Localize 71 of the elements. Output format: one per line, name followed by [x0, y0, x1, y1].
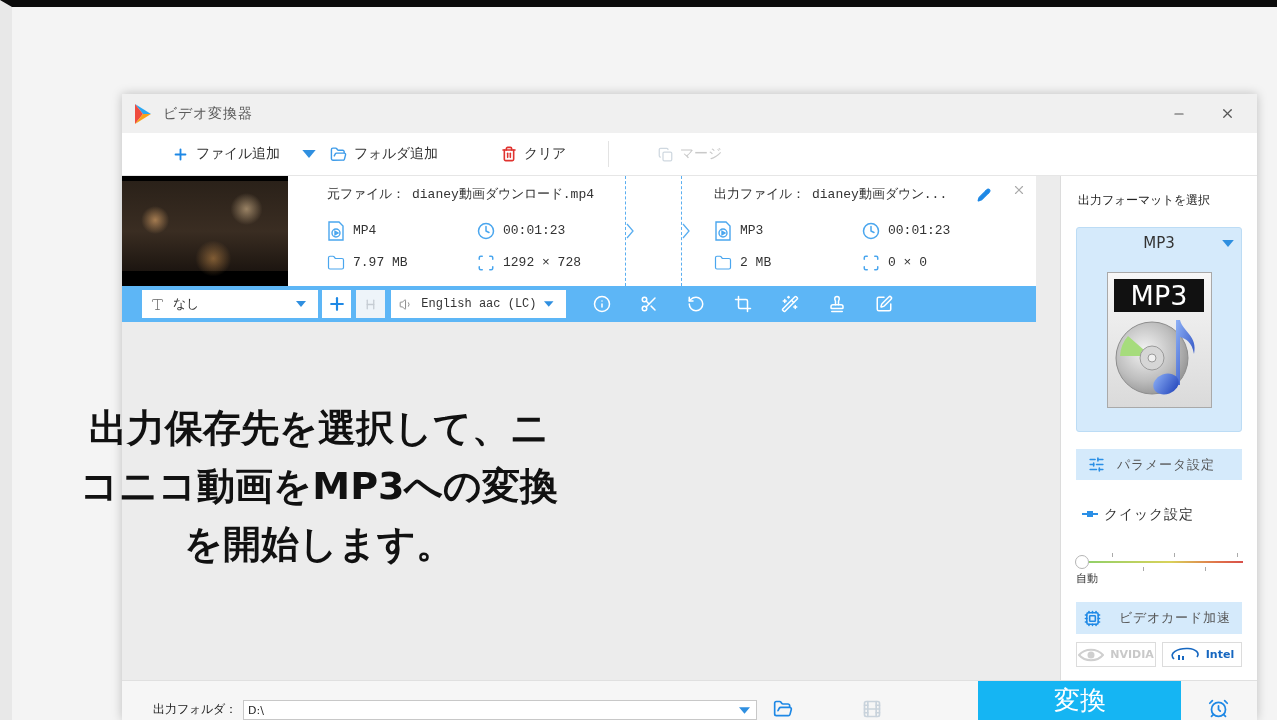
parameter-settings-button[interactable]: パラメータ設定 [1076, 449, 1242, 480]
caret-icon [739, 706, 750, 714]
media-file-icon [327, 221, 345, 241]
format-name: MP3 [1143, 234, 1175, 252]
folder-icon[interactable] [773, 699, 793, 719]
file-label: 出力ファイル： [714, 187, 805, 203]
panel-title: 出力フォーマットを選択 [1077, 192, 1211, 208]
close-icon[interactable] [1220, 106, 1235, 121]
duration-text: 00:01:23 [503, 223, 566, 239]
text-icon [150, 296, 165, 312]
output-folder-field[interactable]: D:\ [243, 700, 757, 720]
resolution-text: 1292 × 728 [503, 255, 581, 271]
audio-track-dropdown[interactable]: English aac (LC) [391, 290, 566, 318]
file-type-label: MP3 [1114, 279, 1204, 312]
resolution-icon [477, 254, 495, 272]
quick-settings-label: クイック設定 [1104, 506, 1194, 522]
format-selector[interactable]: MP3 MP3 [1076, 227, 1242, 432]
format-text: MP3 [740, 223, 764, 239]
edit-icon[interactable] [875, 295, 893, 313]
size-text: 7.97 MB [353, 255, 408, 271]
clear-button[interactable]: クリア [501, 145, 566, 163]
pencil-icon[interactable] [977, 188, 992, 202]
caption-text: 出力保存先を選択して、ニコニコ動画をMP3への変換を開始します。 [80, 405, 559, 568]
crop-icon[interactable] [734, 295, 752, 313]
subtitle-dropdown[interactable]: なし [142, 290, 318, 318]
file-name: dianey動画ダウンロード.mp4 [412, 187, 594, 203]
gpu-option-button[interactable]: Intel [1162, 642, 1242, 667]
chevron-icon [682, 223, 690, 239]
film-icon[interactable] [862, 699, 882, 719]
slider-icon [1082, 510, 1098, 518]
sliders-icon [1088, 456, 1105, 473]
folder-icon [327, 254, 345, 272]
trash-icon [501, 146, 517, 162]
resolution-icon [862, 254, 880, 272]
play-logo-icon [133, 102, 153, 125]
file-label: 元ファイル： [327, 187, 405, 203]
chevron-icon [626, 223, 634, 239]
heading-icon [364, 297, 377, 311]
folder-icon [714, 254, 732, 272]
folder-icon [330, 145, 347, 163]
gpu-acceleration-button[interactable]: ビデオカード加速 [1076, 602, 1242, 634]
alarm-clock-icon[interactable] [1208, 698, 1229, 719]
quality-slider[interactable] [1075, 553, 1243, 571]
clock-icon [862, 222, 880, 240]
eye-logo-icon [1078, 647, 1105, 662]
stamp-icon[interactable] [828, 295, 846, 313]
media-file-icon [714, 221, 732, 241]
duration-text: 00:01:23 [888, 223, 951, 239]
merge-icon [658, 146, 673, 162]
chip-icon [1084, 609, 1101, 627]
scissors-icon[interactable] [640, 295, 658, 313]
format-text: MP4 [353, 223, 377, 239]
caret-icon [296, 301, 306, 307]
rotate-icon[interactable] [687, 295, 705, 313]
swoosh-logo-icon [1169, 646, 1200, 663]
file-name: dianey動画ダウン... [812, 187, 948, 203]
caret-icon[interactable] [302, 150, 316, 158]
slider-reading: 自動 [1076, 572, 1099, 586]
magic-wand-icon[interactable] [781, 295, 799, 313]
size-text: 2 MB [740, 255, 772, 271]
caret-icon [1222, 239, 1234, 247]
clock-icon [477, 222, 495, 240]
window-title: ビデオ変換器 [163, 104, 253, 123]
resolution-text: 0 × 0 [888, 255, 927, 271]
folder-button[interactable]: フォルダ追加 [330, 145, 438, 163]
info-icon[interactable] [593, 295, 611, 313]
output-folder-label: 出力フォルダ： [153, 701, 237, 718]
slider-thumb[interactable] [1075, 555, 1089, 569]
add-subtitle-button[interactable] [322, 290, 351, 318]
add-button[interactable]: ファイル追加 [172, 145, 280, 163]
caret-icon [544, 301, 554, 307]
